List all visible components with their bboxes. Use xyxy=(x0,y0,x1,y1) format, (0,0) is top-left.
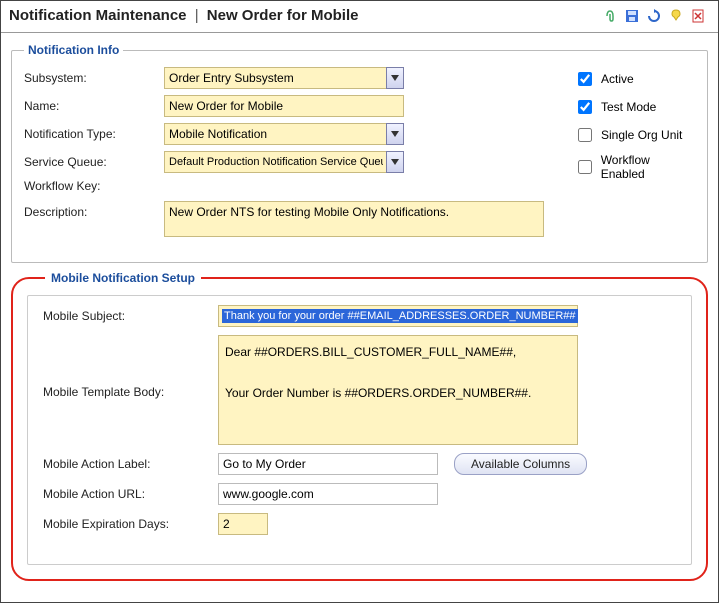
title-divider: | xyxy=(195,7,199,24)
delete-icon[interactable] xyxy=(690,8,706,24)
queue-label: Service Queue: xyxy=(24,155,164,169)
title-secondary: New Order for Mobile xyxy=(207,7,359,24)
queue-select[interactable] xyxy=(164,151,404,173)
notification-info-legend: Notification Info xyxy=(24,43,123,57)
subsystem-label: Subsystem: xyxy=(24,71,164,85)
single-org-label: Single Org Unit xyxy=(601,128,682,142)
single-org-checkbox[interactable] xyxy=(578,128,592,142)
workflow-key-label: Workflow Key: xyxy=(24,179,164,193)
refresh-icon[interactable] xyxy=(646,8,662,24)
test-mode-checkbox[interactable] xyxy=(578,100,592,114)
page-header: Notification Maintenance | New Order for… xyxy=(1,1,718,33)
name-label: Name: xyxy=(24,99,164,113)
active-label: Active xyxy=(601,72,634,86)
mobile-action-label-label: Mobile Action Label: xyxy=(43,453,218,471)
description-textarea[interactable] xyxy=(164,201,544,237)
toolbar xyxy=(602,8,708,24)
subsystem-select[interactable] xyxy=(164,67,404,89)
notification-info-group: Notification Info Subsystem: Name: Notif… xyxy=(11,43,708,263)
save-icon[interactable] xyxy=(624,8,640,24)
mobile-subject-label: Mobile Subject: xyxy=(43,305,218,323)
title-primary: Notification Maintenance xyxy=(9,7,187,24)
type-label: Notification Type: xyxy=(24,127,164,141)
attach-icon[interactable] xyxy=(602,8,618,24)
page-title: Notification Maintenance | New Order for… xyxy=(9,7,358,24)
mobile-expiration-label: Mobile Expiration Days: xyxy=(43,513,218,531)
test-mode-label: Test Mode xyxy=(601,100,656,114)
mobile-action-label-input[interactable] xyxy=(218,453,438,475)
mobile-body-label: Mobile Template Body: xyxy=(43,381,218,399)
type-select[interactable] xyxy=(164,123,404,145)
mobile-notification-setup-group: Mobile Notification Setup Mobile Subject… xyxy=(11,271,708,581)
help-icon[interactable] xyxy=(668,8,684,24)
mobile-notification-legend: Mobile Notification Setup xyxy=(45,271,201,285)
mobile-action-url-input[interactable] xyxy=(218,483,438,505)
mobile-subject-text: Thank you for your order ##EMAIL_ADDRESS… xyxy=(222,309,578,323)
available-columns-button[interactable]: Available Columns xyxy=(454,453,587,475)
name-input[interactable] xyxy=(164,95,404,117)
workflow-enabled-checkbox[interactable] xyxy=(578,160,592,174)
active-checkbox[interactable] xyxy=(578,72,592,86)
mobile-expiration-input[interactable] xyxy=(218,513,268,535)
description-label: Description: xyxy=(24,201,164,219)
workflow-enabled-label: Workflow Enabled xyxy=(601,153,695,181)
mobile-subject-input[interactable]: Thank you for your order ##EMAIL_ADDRESS… xyxy=(218,305,578,327)
mobile-action-url-label: Mobile Action URL: xyxy=(43,483,218,501)
mobile-body-textarea[interactable] xyxy=(218,335,578,445)
